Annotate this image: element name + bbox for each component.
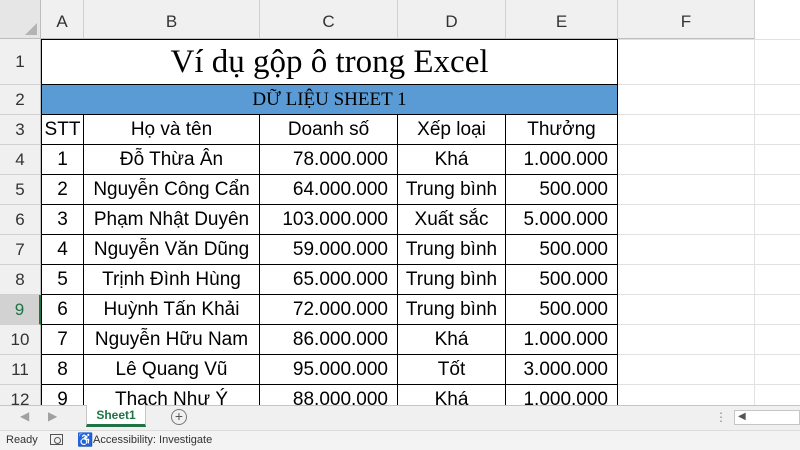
- header-cell-a[interactable]: STT: [41, 115, 84, 145]
- row-header-2[interactable]: 2: [0, 85, 41, 115]
- data-cell-a[interactable]: 1: [41, 145, 84, 175]
- select-all-triangle-icon: [25, 23, 37, 35]
- data-cell-e[interactable]: 500.000: [506, 235, 618, 265]
- data-cell-b[interactable]: Trịnh Đình Hùng: [84, 265, 260, 295]
- row-header-9[interactable]: 9: [0, 295, 41, 325]
- header-cell-c[interactable]: Doanh số: [260, 115, 398, 145]
- worksheet-grid[interactable]: ABCDEF 1 2 3 4 5 6 7 8 9 10 11 12 Ví dụ gộp ô trong…: [0, 0, 800, 405]
- tab-next-icon[interactable]: ▶: [48, 409, 57, 423]
- data-cell-e[interactable]: 1.000.000: [506, 145, 618, 175]
- row-header-4[interactable]: 4: [0, 145, 41, 175]
- gridline: [618, 354, 800, 355]
- column-header-e[interactable]: E: [506, 0, 618, 39]
- status-ready: Ready: [6, 434, 38, 446]
- data-cell-d[interactable]: Trung bình: [398, 175, 506, 205]
- scroll-left-icon[interactable]: ◀: [738, 411, 746, 422]
- accessibility-icon[interactable]: ♿: [77, 432, 93, 448]
- data-cell-e[interactable]: 1.000.000: [506, 325, 618, 355]
- data-cell-a[interactable]: 6: [41, 295, 84, 325]
- data-cell-c[interactable]: 72.000.000: [260, 295, 398, 325]
- gridline: [618, 264, 800, 265]
- data-cell-d[interactable]: Khá: [398, 325, 506, 355]
- header-cell-b[interactable]: Họ và tên: [84, 115, 260, 145]
- row-header-3[interactable]: 3: [0, 115, 41, 145]
- data-cell-a[interactable]: 9: [41, 385, 84, 405]
- data-cell-a[interactable]: 2: [41, 175, 84, 205]
- status-bar: Ready ♿ Accessibility: Investigate: [0, 430, 800, 450]
- column-header-b[interactable]: B: [84, 0, 260, 39]
- row-header-1[interactable]: 1: [0, 39, 41, 85]
- gridline: [618, 324, 800, 325]
- title-merged-cell[interactable]: Ví dụ gộp ô trong Excel: [41, 39, 618, 85]
- gridline: [618, 114, 800, 115]
- header-cell-d[interactable]: Xếp loại: [398, 115, 506, 145]
- gridline: [618, 39, 800, 40]
- data-cell-e[interactable]: 500.000: [506, 295, 618, 325]
- tab-prev-icon[interactable]: ◀: [20, 409, 29, 423]
- data-cell-d[interactable]: Khá: [398, 145, 506, 175]
- data-cell-d[interactable]: Trung bình: [398, 295, 506, 325]
- column-header-a[interactable]: A: [41, 0, 84, 39]
- data-cell-a[interactable]: 5: [41, 265, 84, 295]
- data-cell-e[interactable]: 5.000.000: [506, 205, 618, 235]
- split-handle-icon[interactable]: ⋮: [715, 410, 727, 424]
- accessibility-status[interactable]: Accessibility: Investigate: [93, 434, 212, 446]
- band-merged-cell[interactable]: DỮ LIỆU SHEET 1: [41, 84, 618, 115]
- data-cell-b[interactable]: Nguyễn Công Cẩn: [84, 175, 260, 205]
- data-cell-e[interactable]: 3.000.000: [506, 355, 618, 385]
- gridline: [754, 39, 755, 405]
- data-cell-b[interactable]: Lê Quang Vũ: [84, 355, 260, 385]
- data-cell-c[interactable]: 86.000.000: [260, 325, 398, 355]
- sheet-tab-bar: ◀ ▶ Sheet1 + ⋮ ◀: [0, 405, 800, 430]
- row-header-11[interactable]: 11: [0, 355, 41, 385]
- row-header-10[interactable]: 10: [0, 325, 41, 355]
- gridline: [618, 294, 800, 295]
- data-cell-c[interactable]: 88.000.000: [260, 385, 398, 405]
- data-cell-d[interactable]: Trung bình: [398, 235, 506, 265]
- column-header-f[interactable]: F: [618, 0, 755, 39]
- row-header-8[interactable]: 8: [0, 265, 41, 295]
- data-cell-b[interactable]: Thạch Như Ý: [84, 385, 260, 405]
- data-cell-d[interactable]: Xuất sắc: [398, 205, 506, 235]
- data-cell-d[interactable]: Khá: [398, 385, 506, 405]
- column-header-d[interactable]: D: [398, 0, 506, 39]
- data-cell-d[interactable]: Tốt: [398, 355, 506, 385]
- horizontal-scrollbar[interactable]: ◀: [734, 410, 800, 425]
- data-cell-c[interactable]: 103.000.000: [260, 205, 398, 235]
- gridline: [618, 144, 800, 145]
- data-cell-c[interactable]: 59.000.000: [260, 235, 398, 265]
- data-cell-e[interactable]: 500.000: [506, 175, 618, 205]
- data-cell-b[interactable]: Nguyễn Văn Dũng: [84, 235, 260, 265]
- data-cell-b[interactable]: Huỳnh Tấn Khải: [84, 295, 260, 325]
- data-cell-c[interactable]: 95.000.000: [260, 355, 398, 385]
- data-cell-b[interactable]: Đỗ Thừa Ân: [84, 145, 260, 175]
- data-cell-b[interactable]: Nguyễn Hữu Nam: [84, 325, 260, 355]
- header-cell-e[interactable]: Thưởng: [506, 115, 618, 145]
- data-cell-c[interactable]: 65.000.000: [260, 265, 398, 295]
- data-cell-e[interactable]: 500.000: [506, 265, 618, 295]
- data-cell-a[interactable]: 7: [41, 325, 84, 355]
- macro-recording-icon[interactable]: [50, 434, 63, 445]
- gridline: [618, 384, 800, 385]
- data-cell-c[interactable]: 64.000.000: [260, 175, 398, 205]
- gridline: [618, 84, 800, 85]
- row-header-12[interactable]: 12: [0, 385, 41, 405]
- gridline: [618, 234, 800, 235]
- row-header-5[interactable]: 5: [0, 175, 41, 205]
- data-cell-a[interactable]: 4: [41, 235, 84, 265]
- tab-sheet1[interactable]: Sheet1: [86, 405, 146, 427]
- data-cell-e[interactable]: 1.000.000: [506, 385, 618, 405]
- row-header-6[interactable]: 6: [0, 205, 41, 235]
- select-all-corner[interactable]: [0, 0, 41, 39]
- gridline: [618, 204, 800, 205]
- data-cell-a[interactable]: 3: [41, 205, 84, 235]
- data-cell-d[interactable]: Trung bình: [398, 265, 506, 295]
- data-cell-a[interactable]: 8: [41, 355, 84, 385]
- gridline: [618, 174, 800, 175]
- row-header-7[interactable]: 7: [0, 235, 41, 265]
- add-sheet-icon[interactable]: +: [171, 409, 187, 425]
- data-cell-b[interactable]: Phạm Nhật Duyên: [84, 205, 260, 235]
- data-cell-c[interactable]: 78.000.000: [260, 145, 398, 175]
- column-header-c[interactable]: C: [260, 0, 398, 39]
